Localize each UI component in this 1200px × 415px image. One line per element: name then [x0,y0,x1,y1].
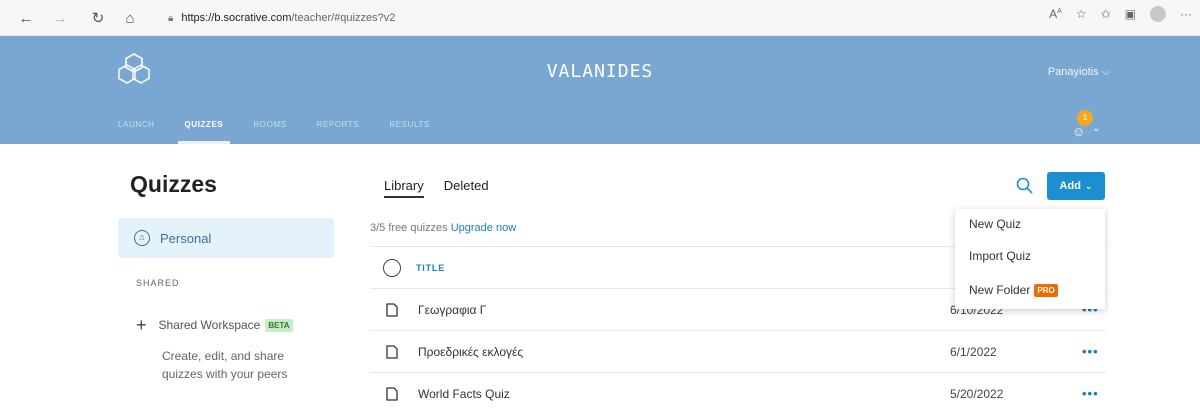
add-button-label: Add [1059,180,1081,192]
quiz-name[interactable]: Προεδρικές εκλογές [418,345,523,359]
search-icon[interactable] [1015,176,1035,196]
home-icon[interactable]: ⌂ [118,6,142,30]
app-header: VALANIDES Panayiotis ⌵ LAUNCH QUIZZES RO… [0,36,1200,144]
sidebar-item-label: Shared Workspace [158,318,261,332]
quiz-date: 6/1/2022 [950,344,997,359]
quiz-date: 5/20/2022 [950,386,1004,401]
quiz-name[interactable]: World Facts Quiz [418,387,510,401]
back-icon[interactable]: ← [14,6,38,30]
main-nav: LAUNCH QUIZZES ROOMS REPORTS RESULTS [103,116,445,144]
file-icon [386,344,398,359]
chevron-down-icon: ⌄ [1092,123,1101,134]
tab-deleted[interactable]: Deleted [444,178,489,198]
file-icon [386,386,398,401]
tab-reports[interactable]: REPORTS [302,116,375,144]
refresh-icon[interactable]: ↻ [86,6,110,30]
chevron-down-icon: ⌄ [1084,180,1093,191]
menu-item-new-folder[interactable]: New Folder PRO [969,283,1058,297]
tab-quizzes[interactable]: QUIZZES [170,116,239,144]
quiz-name[interactable]: Γεωγραφια Γ [418,303,486,317]
notifications-button[interactable]: 1 ☺ ⌄ [1070,110,1104,144]
menu-item-new-quiz[interactable]: New Quiz [969,217,1021,231]
favorite-add-icon[interactable]: ☆ [1076,7,1087,21]
read-aloud-icon[interactable]: AA [1049,7,1062,21]
users-icon: ☺ [1072,124,1086,139]
collections-icon[interactable]: ▣ [1125,7,1136,21]
page-title: Quizzes [130,171,217,197]
lock-icon: 🔒︎ [168,12,174,24]
user-name: Panayiotis [1047,66,1099,78]
menu-item-label: New Quiz [969,217,1022,231]
shared-description: Create, edit, and share quizzes with you… [162,349,288,381]
browser-toolbar: ← → ↻ ⌂ 🔒︎ https://b.socrative.com /teac… [0,0,1200,36]
sidebar-item-label: Personal [160,230,212,246]
chevron-down-icon: ⌵ [1101,66,1110,78]
more-options-icon[interactable]: ••• [1082,386,1099,401]
upgrade-link[interactable]: Upgrade now [451,222,516,234]
quota-text: 3/5 free quizzes [370,222,448,234]
url-path: /teacher/#quizzes?v2 [291,12,396,24]
table-row[interactable]: Προεδρικές εκλογές 6/1/2022 ••• [370,330,1106,372]
add-button[interactable]: Add ⌄ [1047,172,1105,200]
browser-tools: AA ☆ ✩ ▣ ··· [1049,6,1192,22]
room-name: VALANIDES [546,61,654,82]
beta-badge: BETA [265,318,293,332]
tab-results[interactable]: RESULTS [374,116,445,144]
plus-icon: + [136,315,147,335]
tab-rooms[interactable]: ROOMS [238,116,301,144]
sidebar-item-shared-workspace[interactable]: + Shared Workspace BETA [136,315,293,335]
forward-icon[interactable]: → [48,6,72,30]
pro-badge: PRO [1034,283,1058,297]
add-dropdown-menu: New Quiz Import Quiz New Folder PRO [955,209,1105,309]
profile-avatar-icon[interactable] [1150,6,1166,22]
file-icon [386,302,398,317]
url-host: https://b.socrative.com [181,12,292,24]
more-icon[interactable]: ··· [1180,7,1192,21]
user-menu[interactable]: Panayiotis ⌵ [1048,66,1110,79]
user-circle-icon: ⌂ [134,230,150,246]
menu-item-import-quiz[interactable]: Import Quiz [969,249,1031,263]
sidebar-item-personal[interactable]: ⌂ Personal [118,218,334,258]
shared-heading: SHARED [136,278,180,288]
select-all-checkbox[interactable] [383,258,401,277]
favorites-icon[interactable]: ✩ [1101,7,1111,21]
address-bar[interactable]: 🔒︎ https://b.socrative.com /teacher/#qui… [168,6,395,30]
menu-item-label: Import Quiz [969,249,1032,263]
table-row[interactable]: World Facts Quiz 5/20/2022 ••• [370,372,1106,414]
menu-item-label: New Folder [969,283,1031,297]
tab-library[interactable]: Library [384,178,424,198]
title-column-header[interactable]: TITLE [416,263,445,273]
more-options-icon[interactable]: ••• [1082,344,1099,359]
quota-info: 3/5 free quizzes Upgrade now [370,222,516,234]
tab-launch[interactable]: LAUNCH [103,116,170,144]
library-tabs: Library Deleted [384,178,489,198]
